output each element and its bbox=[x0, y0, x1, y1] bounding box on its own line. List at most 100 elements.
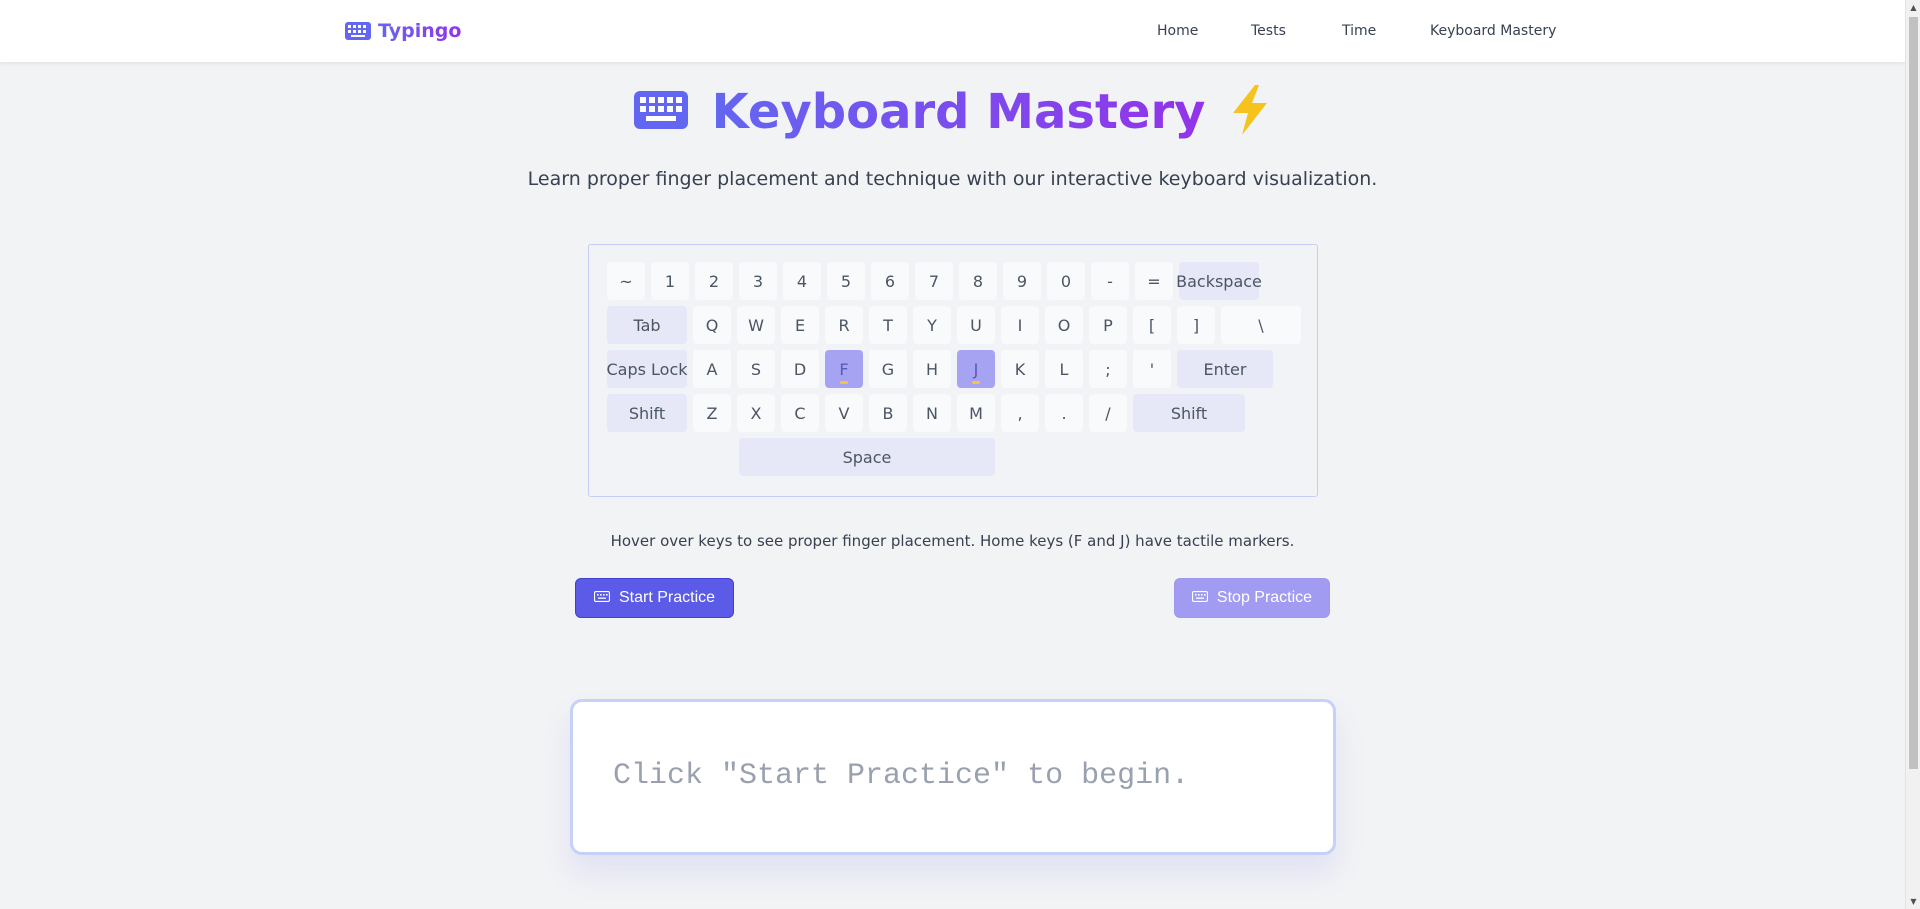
key-label: C bbox=[794, 403, 806, 423]
key-space[interactable]: Space bbox=[739, 438, 995, 476]
key-label: N bbox=[926, 403, 938, 423]
practice-area[interactable]: Click "Start Practice" to begin. bbox=[570, 699, 1336, 855]
key-sym-1-13[interactable]: \ bbox=[1221, 306, 1301, 344]
tactile-marker bbox=[972, 381, 980, 384]
key-label: 7 bbox=[928, 271, 940, 291]
key-label: , bbox=[1017, 403, 1023, 423]
keyboard-icon bbox=[593, 589, 611, 607]
key-sym-2-10[interactable]: ; bbox=[1089, 350, 1127, 388]
key-label: S bbox=[750, 359, 762, 379]
key-label: 8 bbox=[972, 271, 984, 291]
key-backspace[interactable]: Backspace bbox=[1176, 262, 1262, 300]
key-shift-1[interactable]: Shift bbox=[607, 394, 687, 432]
key-sym-1-12[interactable]: ] bbox=[1177, 306, 1215, 344]
navbar: Typingo Home Tests Time Keyboard Mastery bbox=[0, 0, 1905, 63]
page-title-text: Keyboard Mastery bbox=[711, 84, 1206, 140]
key-label: Shift bbox=[628, 403, 666, 423]
key-j[interactable]: J bbox=[957, 350, 995, 388]
key-label: ~ bbox=[619, 271, 633, 291]
key-label: ' bbox=[1149, 359, 1155, 379]
key-label: Y bbox=[927, 315, 937, 335]
nav-link-home[interactable]: Home bbox=[1157, 23, 1198, 39]
key-sym-3-8[interactable]: , bbox=[1001, 394, 1039, 432]
key-label: 4 bbox=[796, 271, 808, 291]
key-sym-0-12[interactable]: = bbox=[1135, 262, 1173, 300]
key-label: Backspace bbox=[1176, 271, 1262, 291]
key-label: P bbox=[1103, 315, 1113, 335]
key-8[interactable]: 8 bbox=[959, 262, 997, 300]
key-1[interactable]: 1 bbox=[651, 262, 689, 300]
keyboard-hint: Hover over keys to see proper finger pla… bbox=[610, 532, 1295, 550]
key-sym-1-11[interactable]: [ bbox=[1133, 306, 1171, 344]
key-6[interactable]: 6 bbox=[871, 262, 909, 300]
key-label: 0 bbox=[1060, 271, 1072, 291]
key-f[interactable]: F bbox=[825, 350, 863, 388]
key-shift-2[interactable]: Shift bbox=[1133, 394, 1245, 432]
nav-link-keyboard-mastery[interactable]: Keyboard Mastery bbox=[1430, 23, 1556, 39]
scroll-up-arrow-icon[interactable]: ▲ bbox=[1906, 0, 1920, 15]
key-l[interactable]: L bbox=[1045, 350, 1083, 388]
key-h[interactable]: H bbox=[913, 350, 951, 388]
key-enter[interactable]: Enter bbox=[1177, 350, 1273, 388]
key-sym-3-10[interactable]: / bbox=[1089, 394, 1127, 432]
scroll-down-arrow-icon[interactable]: ▼ bbox=[1906, 894, 1920, 909]
key-label: F bbox=[839, 359, 849, 379]
key-a[interactable]: A bbox=[693, 350, 731, 388]
key-q[interactable]: Q bbox=[693, 306, 731, 344]
key-e[interactable]: E bbox=[781, 306, 819, 344]
key-o[interactable]: O bbox=[1045, 306, 1083, 344]
key-2[interactable]: 2 bbox=[695, 262, 733, 300]
key-label: J bbox=[973, 359, 979, 379]
key-label: 5 bbox=[840, 271, 852, 291]
key-m[interactable]: M bbox=[957, 394, 995, 432]
key-r[interactable]: R bbox=[825, 306, 863, 344]
key-z[interactable]: Z bbox=[693, 394, 731, 432]
key-n[interactable]: N bbox=[913, 394, 951, 432]
key-label: H bbox=[925, 359, 939, 379]
key-s[interactable]: S bbox=[737, 350, 775, 388]
key-label: [ bbox=[1148, 315, 1156, 335]
key-p[interactable]: P bbox=[1089, 306, 1127, 344]
key-g[interactable]: G bbox=[869, 350, 907, 388]
start-practice-label: Start Practice bbox=[618, 589, 716, 606]
key-sym-0-11[interactable]: - bbox=[1091, 262, 1129, 300]
lightning-icon bbox=[1229, 85, 1271, 139]
key-tab[interactable]: Tab bbox=[607, 306, 687, 344]
key-i[interactable]: I bbox=[1001, 306, 1039, 344]
key-y[interactable]: Y bbox=[913, 306, 951, 344]
key-u[interactable]: U bbox=[957, 306, 995, 344]
nav-link-time[interactable]: Time bbox=[1342, 23, 1376, 39]
key-caps-lock[interactable]: Caps Lock bbox=[606, 350, 688, 388]
key-sym-3-9[interactable]: . bbox=[1045, 394, 1083, 432]
stop-practice-button[interactable]: Stop Practice bbox=[1174, 578, 1330, 618]
key-c[interactable]: C bbox=[781, 394, 819, 432]
key-4[interactable]: 4 bbox=[783, 262, 821, 300]
key-label: K bbox=[1014, 359, 1026, 379]
key-5[interactable]: 5 bbox=[827, 262, 865, 300]
key-t[interactable]: T bbox=[869, 306, 907, 344]
key-label: V bbox=[838, 403, 850, 423]
key-b[interactable]: B bbox=[869, 394, 907, 432]
key-label: M bbox=[969, 403, 983, 423]
key-w[interactable]: W bbox=[737, 306, 775, 344]
key-9[interactable]: 9 bbox=[1003, 262, 1041, 300]
key-sym-2-11[interactable]: ' bbox=[1133, 350, 1171, 388]
nav-link-tests[interactable]: Tests bbox=[1251, 23, 1286, 39]
key-0[interactable]: 0 bbox=[1047, 262, 1085, 300]
key-label: \ bbox=[1258, 315, 1264, 335]
keyboard-icon bbox=[633, 91, 688, 133]
key-sym-0-0[interactable]: ~ bbox=[607, 262, 645, 300]
key-label: = bbox=[1147, 271, 1161, 291]
key-label: Caps Lock bbox=[606, 359, 688, 379]
key-label: 3 bbox=[752, 271, 764, 291]
key-label: G bbox=[881, 359, 895, 379]
page-scrollbar[interactable]: ▲ ▼ bbox=[1905, 0, 1920, 909]
key-7[interactable]: 7 bbox=[915, 262, 953, 300]
key-v[interactable]: V bbox=[825, 394, 863, 432]
key-d[interactable]: D bbox=[781, 350, 819, 388]
start-practice-button[interactable]: Start Practice bbox=[575, 578, 734, 618]
key-3[interactable]: 3 bbox=[739, 262, 777, 300]
scrollbar-thumb[interactable] bbox=[1909, 17, 1918, 769]
key-k[interactable]: K bbox=[1001, 350, 1039, 388]
key-x[interactable]: X bbox=[737, 394, 775, 432]
